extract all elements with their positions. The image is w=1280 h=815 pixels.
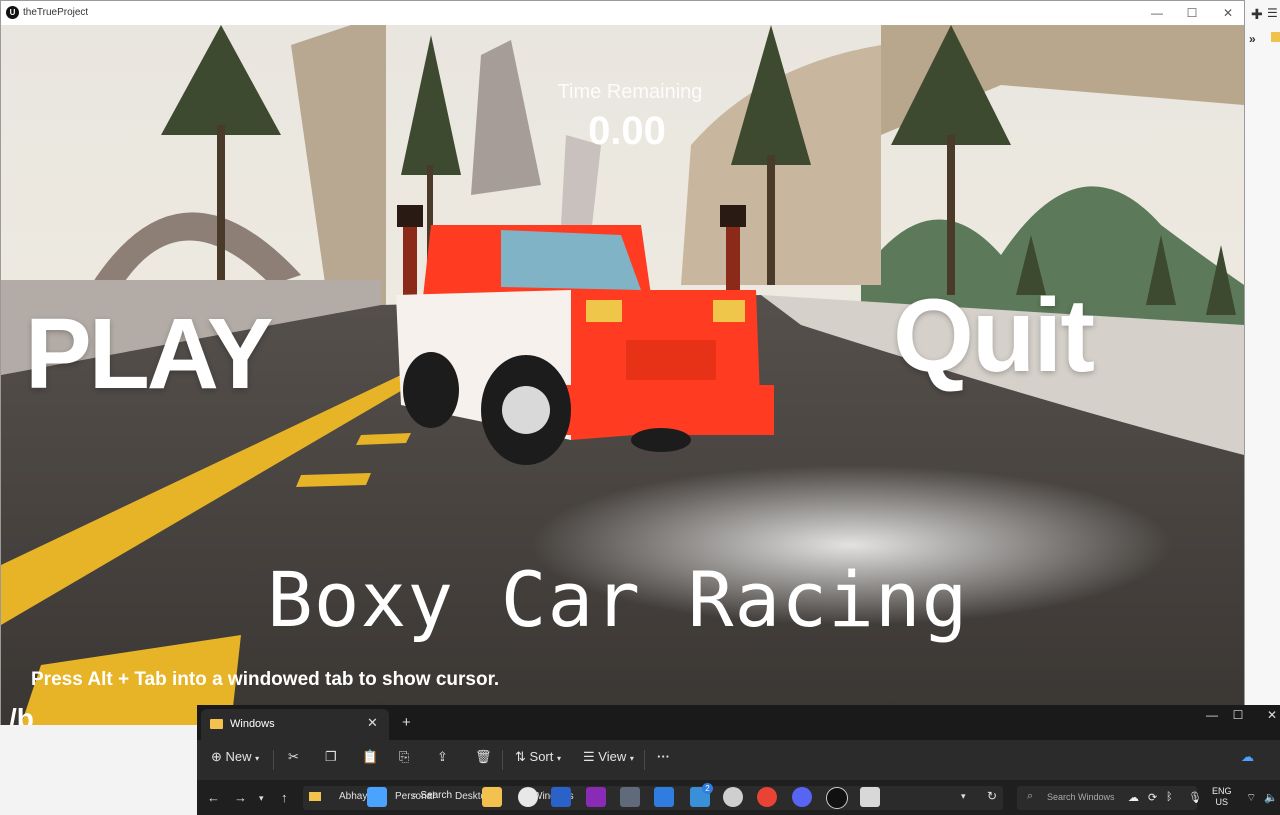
toolbar-divider xyxy=(273,750,274,770)
discord-icon[interactable] xyxy=(792,787,812,807)
game-viewport[interactable]: Time Remaining 0.00 PLAY Quit Boxy Car R… xyxy=(1,25,1244,725)
up-icon[interactable]: ↑ xyxy=(281,790,288,805)
taskbar-search-label: Search xyxy=(420,790,453,801)
sync-icon[interactable]: ⟳ xyxy=(1148,791,1157,804)
play-button[interactable]: PLAY xyxy=(25,297,274,412)
explorer-tab-label: Windows xyxy=(230,718,275,730)
quit-button[interactable]: Quit xyxy=(893,277,1095,396)
sort-icon: ⇅ xyxy=(515,749,526,764)
breadcrumb-item[interactable]: Abhay xyxy=(339,791,367,802)
explorer-tab[interactable]: Windows ✕ xyxy=(201,709,389,740)
delete-icon[interactable]: 🗑 xyxy=(475,749,492,765)
new-tab-button[interactable]: + xyxy=(402,714,411,731)
background-browser-strip: ✚ ☰ » xyxy=(1244,0,1280,815)
window-title: theTrueProject xyxy=(23,7,89,18)
ue-logo-icon: U xyxy=(6,6,19,19)
paste-icon[interactable]: 📋 xyxy=(362,749,378,765)
notification-badge: 2 xyxy=(702,783,713,794)
cut-icon[interactable]: ✂ xyxy=(288,749,299,765)
rename-icon[interactable]: ⎘ xyxy=(399,749,409,765)
new-icon: ⊕ xyxy=(211,749,222,764)
search-placeholder: Search Windows xyxy=(1047,792,1115,802)
calculator-icon[interactable] xyxy=(620,787,640,807)
new-label: New xyxy=(225,749,252,764)
explorer-close-button[interactable]: ✕ xyxy=(1255,708,1280,722)
back-icon[interactable]: ← xyxy=(207,790,220,805)
close-button[interactable]: ✕ xyxy=(1213,3,1243,23)
sort-button[interactable]: ⇅ Sort ▾ xyxy=(515,749,561,765)
game-window: U theTrueProject — ☐ ✕ Time Remaining 0.… xyxy=(0,0,1245,725)
address-dropdown-icon[interactable]: ▾ xyxy=(961,791,966,802)
recent-chevron-icon[interactable]: ▾ xyxy=(259,793,264,804)
volume-icon[interactable]: 🔈 xyxy=(1264,791,1278,804)
chatgpt-icon[interactable] xyxy=(723,787,743,807)
tab-close-button[interactable]: ✕ xyxy=(367,715,378,731)
wifi-icon[interactable]: ⌔ xyxy=(1246,791,1256,805)
maximize-button[interactable]: ☐ xyxy=(1177,3,1207,23)
view-icon: ☰ xyxy=(583,749,595,764)
minimize-button[interactable]: — xyxy=(1142,3,1172,23)
folder-icon xyxy=(210,719,223,729)
bluetooth-icon[interactable]: ᛒ xyxy=(1166,791,1173,803)
extensions-icon[interactable]: ✚ xyxy=(1251,6,1263,23)
view-label: View xyxy=(598,749,627,764)
refresh-icon[interactable]: ↻ xyxy=(987,789,997,803)
chrome-icon[interactable] xyxy=(518,787,538,807)
address-bar[interactable]: Abhay Personal Desktop Windows ▾ ↻ xyxy=(303,786,1003,810)
chevron-down-icon: ▾ xyxy=(629,754,634,763)
chevron-right-icon[interactable]: » xyxy=(1249,32,1256,46)
toolbar-divider xyxy=(644,750,645,770)
game-title: Boxy Car Racing xyxy=(267,555,969,644)
sort-label: Sort xyxy=(529,749,554,764)
chevron-down-icon: ▾ xyxy=(255,754,260,763)
app-window-icon[interactable] xyxy=(860,787,880,807)
explorer-tabbar[interactable]: Windows ✕ + — ☐ ✕ xyxy=(197,705,1280,740)
more-icon[interactable]: ··· xyxy=(657,749,670,764)
region-code: US xyxy=(1215,797,1229,807)
onenote-icon[interactable] xyxy=(586,787,606,807)
chrome-profile-icon[interactable] xyxy=(757,787,777,807)
search-icon: ⌕ xyxy=(1027,790,1034,802)
bookmark-folder-icon[interactable] xyxy=(1271,32,1280,42)
toolbar-divider xyxy=(502,750,503,770)
taskbar-search-button[interactable]: ⌕ Search xyxy=(412,790,452,801)
cloud-icon[interactable]: ☁ xyxy=(1128,791,1139,804)
folder-icon xyxy=(309,792,321,801)
mic-icon[interactable]: 🎙 xyxy=(1188,791,1202,804)
cursor-hint-text: Press Alt + Tab into a windowed tab to s… xyxy=(31,669,500,690)
todo-icon[interactable] xyxy=(654,787,674,807)
share-icon[interactable]: ⇪ xyxy=(437,749,448,765)
time-remaining-value: 0.00 xyxy=(588,109,666,153)
forward-icon[interactable]: → xyxy=(234,790,247,805)
unreal-icon[interactable] xyxy=(826,787,848,809)
chevron-down-icon: ▾ xyxy=(557,754,562,763)
onedrive-icon[interactable]: ☁ xyxy=(1241,749,1254,765)
copy-icon[interactable]: ❐ xyxy=(325,749,337,765)
corner-watermark: /b xyxy=(9,703,34,725)
explorer-maximize-button[interactable]: ☐ xyxy=(1221,708,1255,722)
language-code: ENG xyxy=(1212,786,1232,796)
view-button[interactable]: ☰ View ▾ xyxy=(583,749,634,765)
windows-start-icon[interactable] xyxy=(367,787,387,807)
window-titlebar[interactable]: U theTrueProject — ☐ ✕ xyxy=(1,1,1244,25)
menu-icon[interactable]: ☰ xyxy=(1267,6,1278,20)
language-indicator[interactable]: ENG US xyxy=(1212,786,1232,808)
time-remaining-label: Time Remaining xyxy=(557,81,703,103)
new-button[interactable]: ⊕ New ▾ xyxy=(211,749,259,765)
word-icon[interactable] xyxy=(551,787,571,807)
explorer-toolbar: ⊕ New ▾ ✂ ❐ 📋 ⎘ ⇪ 🗑 ⇅ Sort ▾ ☰ View ▾ ··… xyxy=(197,740,1280,780)
file-explorer-icon[interactable] xyxy=(482,787,502,807)
